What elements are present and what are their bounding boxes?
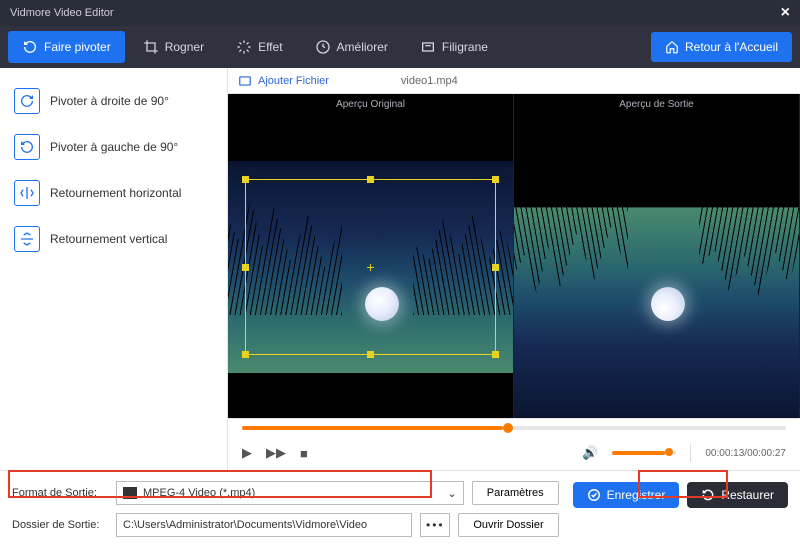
home-icon — [665, 40, 679, 54]
output-folder-input[interactable]: C:\Users\Administrator\Documents\Vidmore… — [116, 513, 412, 537]
sparkle-icon — [236, 39, 252, 55]
workspace: Ajouter Fichier video1.mp4 Aperçu Origin… — [228, 68, 800, 470]
titlebar: Vidmore Video Editor × — [0, 0, 800, 26]
file-row: Ajouter Fichier video1.mp4 — [228, 68, 800, 94]
restore-button[interactable]: Restaurer — [687, 482, 788, 508]
home-label: Retour à l'Accueil — [685, 40, 778, 54]
toolbar: Faire pivoter Rogner Effet Améliorer Fil… — [0, 26, 800, 68]
preview-pane-output — [514, 116, 800, 418]
preview-original-header: Aperçu Original — [228, 94, 514, 116]
crop-box[interactable]: + — [245, 179, 496, 354]
tab-rotate-label: Faire pivoter — [44, 40, 111, 54]
sidebar-flip-h-label: Retournement horizontal — [50, 186, 181, 200]
preview-output-header: Aperçu de Sortie — [514, 94, 800, 116]
flip-vertical-icon — [14, 226, 40, 252]
rotate-left-icon — [14, 134, 40, 160]
output-folder-row: Dossier de Sortie: C:\Users\Administrato… — [12, 513, 559, 537]
settings-button[interactable]: Paramètres — [472, 481, 559, 505]
refresh-icon — [701, 488, 715, 502]
preview-area: Aperçu Original Aperçu de Sortie + — [228, 94, 800, 418]
sidebar-rotate-left-label: Pivoter à gauche de 90° — [50, 140, 178, 154]
tab-crop-label: Rogner — [165, 40, 204, 54]
tab-effect-label: Effet — [258, 40, 282, 54]
sidebar-rotate-right[interactable]: Pivoter à droite de 90° — [6, 78, 221, 124]
preview-pane-original[interactable]: + — [228, 116, 514, 418]
sidebar-rotate-left[interactable]: Pivoter à gauche de 90° — [6, 124, 221, 170]
rotate-right-icon — [14, 88, 40, 114]
tab-watermark-label: Filigrane — [442, 40, 488, 54]
output-format-select[interactable]: MPEG-4 Video (*.mp4) ⌄ — [116, 481, 464, 505]
crop-icon — [143, 39, 159, 55]
output-format-label: Format de Sortie: — [12, 487, 108, 499]
playback-controls: ▶ ▶▶ ■ 🔊 00:00:13/00:00:27 — [228, 436, 800, 470]
output-format-value: MPEG-4 Video (*.mp4) — [143, 487, 255, 499]
output-folder-value: C:\Users\Administrator\Documents\Vidmore… — [123, 519, 367, 531]
tab-watermark[interactable]: Filigrane — [406, 31, 502, 63]
check-circle-icon — [587, 488, 601, 502]
bottom-panel: Format de Sortie: MPEG-4 Video (*.mp4) ⌄… — [0, 470, 800, 550]
chevron-down-icon: ⌄ — [448, 487, 457, 500]
sidebar-rotate-right-label: Pivoter à droite de 90° — [50, 94, 169, 108]
add-file-icon — [238, 74, 252, 88]
crop-center-icon: + — [366, 259, 374, 275]
save-label: Enregistrer — [607, 488, 666, 502]
tab-effect[interactable]: Effet — [222, 31, 296, 63]
preview-headers: Aperçu Original Aperçu de Sortie — [228, 94, 800, 116]
seek-bar[interactable] — [242, 426, 786, 430]
rotate-icon — [22, 39, 38, 55]
play-icon[interactable]: ▶ — [242, 445, 252, 461]
enhance-icon — [315, 39, 331, 55]
sidebar-flip-horizontal[interactable]: Retournement horizontal — [6, 170, 221, 216]
tab-enhance[interactable]: Améliorer — [301, 31, 402, 63]
home-button[interactable]: Retour à l'Accueil — [651, 32, 792, 62]
save-button[interactable]: Enregistrer — [573, 482, 680, 508]
output-format-row: Format de Sortie: MPEG-4 Video (*.mp4) ⌄… — [12, 481, 559, 505]
watermark-icon — [420, 39, 436, 55]
tab-rotate[interactable]: Faire pivoter — [8, 31, 125, 63]
fast-forward-icon[interactable]: ▶▶ — [266, 445, 286, 461]
seek-row — [228, 418, 800, 436]
output-folder-label: Dossier de Sortie: — [12, 519, 108, 531]
restore-label: Restaurer — [721, 488, 774, 502]
tab-enhance-label: Améliorer — [337, 40, 388, 54]
volume-slider[interactable] — [612, 451, 676, 455]
volume-icon[interactable]: 🔊 — [582, 445, 598, 461]
open-folder-button[interactable]: Ouvrir Dossier — [458, 513, 558, 537]
mpeg-icon — [123, 487, 137, 499]
sidebar-flip-v-label: Retournement vertical — [50, 232, 167, 246]
add-file-button[interactable]: Ajouter Fichier — [238, 74, 329, 88]
tab-crop[interactable]: Rogner — [129, 31, 218, 63]
flip-horizontal-icon — [14, 180, 40, 206]
close-icon[interactable]: × — [781, 0, 790, 26]
sidebar: Pivoter à droite de 90° Pivoter à gauche… — [0, 68, 228, 470]
current-file-name: video1.mp4 — [401, 75, 458, 87]
sidebar-flip-vertical[interactable]: Retournement vertical — [6, 216, 221, 262]
stop-icon[interactable]: ■ — [300, 446, 308, 461]
time-display: 00:00:13/00:00:27 — [705, 448, 786, 459]
add-file-label: Ajouter Fichier — [258, 75, 329, 87]
browse-folder-button[interactable]: ••• — [420, 513, 450, 537]
app-title: Vidmore Video Editor — [10, 0, 114, 26]
